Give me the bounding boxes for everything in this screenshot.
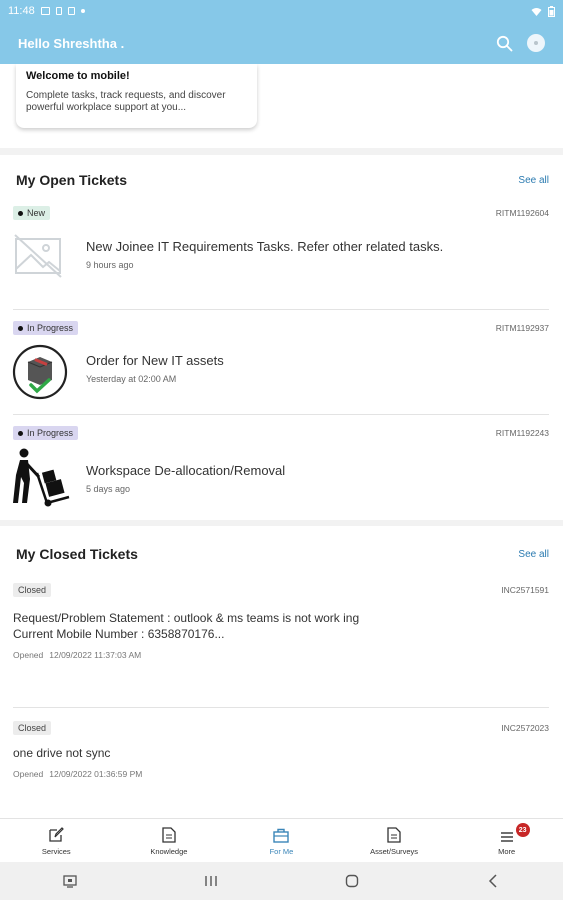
ticket-time: 5 days ago <box>86 484 131 494</box>
closed-ticket-item[interactable]: Closed INC2572023 one drive not sync Ope… <box>0 708 563 818</box>
nav-knowledge[interactable]: Knowledge <box>113 819 226 862</box>
status-badge: In Progress <box>13 321 79 335</box>
wifi-icon <box>531 7 542 16</box>
clock: 11:48 <box>8 5 35 17</box>
battery-icon <box>548 5 555 17</box>
gallery-icon <box>40 7 50 15</box>
closed-tickets-section: My Closed Tickets See all Closed INC2571… <box>0 526 563 818</box>
menu-icon <box>500 832 513 842</box>
bottom-nav: Services Knowledge For Me Asset/Surveys … <box>0 818 563 862</box>
opened-date: Opened 12/09/2022 11:37:03 AM <box>13 650 142 660</box>
ticket-title: Order for New IT assets <box>86 353 224 368</box>
notification-icon <box>55 7 62 15</box>
greeting-title: Hello Shreshtha . <box>18 35 125 51</box>
welcome-section: Welcome to mobile! Complete tasks, track… <box>0 64 563 148</box>
status-badge: In Progress <box>13 426 79 440</box>
opened-date: Opened 12/09/2022 01:36:59 PM <box>13 769 143 779</box>
play-icon <box>67 7 75 15</box>
welcome-description: Complete tasks, track requests, and disc… <box>26 90 226 113</box>
home-icon[interactable] <box>345 874 359 888</box>
back-icon[interactable] <box>488 874 498 888</box>
ticket-time: 9 hours ago <box>86 260 134 270</box>
content-scroll[interactable]: Welcome to mobile! Complete tasks, track… <box>0 64 563 818</box>
nav-services[interactable]: Services <box>0 819 113 862</box>
status-badge: New <box>13 206 51 220</box>
recents-icon[interactable] <box>204 875 218 887</box>
avatar[interactable] <box>527 34 545 52</box>
nav-for-me[interactable]: For Me <box>225 819 338 862</box>
closed-tickets-title: My Closed Tickets <box>16 546 138 562</box>
ticket-number: INC2572023 <box>501 723 549 733</box>
closed-ticket-item[interactable]: Closed INC2571591 Request/Problem Statem… <box>0 582 563 708</box>
ticket-description: Current Mobile Number : 6358870176... <box>13 627 225 641</box>
status-badge: Closed <box>13 583 52 597</box>
status-bar: 11:48 <box>0 0 563 22</box>
ticket-description: one drive not sync <box>13 746 111 760</box>
ticket-number: RITM1192604 <box>495 208 549 218</box>
notification-count-badge: 23 <box>515 823 530 837</box>
open-ticket-item[interactable]: In Progress RITM1192937 Order for New IT… <box>0 310 563 415</box>
ticket-number: RITM1192937 <box>495 323 549 333</box>
document-icon <box>162 827 176 843</box>
system-nav-bar <box>0 862 563 900</box>
screenshot-icon[interactable] <box>63 874 78 888</box>
open-tickets-section: My Open Tickets See all New RITM1192604 … <box>0 155 563 520</box>
ticket-number: RITM1192243 <box>495 428 549 438</box>
search-icon[interactable] <box>496 35 513 52</box>
document-icon <box>387 827 401 843</box>
ticket-title: Workspace De-allocation/Removal <box>86 463 286 478</box>
open-tickets-see-all-link[interactable]: See all <box>518 175 549 186</box>
open-ticket-item[interactable]: New RITM1192604 New Joinee IT Requiremen… <box>0 205 563 310</box>
nav-more[interactable]: 23 More <box>450 819 563 862</box>
ticket-number: INC2571591 <box>501 585 549 595</box>
closed-tickets-see-all-link[interactable]: See all <box>518 549 549 560</box>
dot-icon <box>80 9 85 13</box>
package-check-icon <box>12 344 68 400</box>
briefcase-icon <box>273 828 290 843</box>
nav-asset-surveys[interactable]: Asset/Surveys <box>338 819 451 862</box>
hand-truck-icon <box>13 448 70 507</box>
welcome-title: Welcome to mobile! <box>26 70 130 82</box>
ticket-description: Request/Problem Statement : outlook & ms… <box>13 611 360 625</box>
open-tickets-title: My Open Tickets <box>16 172 128 188</box>
open-ticket-item[interactable]: In Progress RITM1192243 Workspace De-all… <box>0 415 563 520</box>
image-placeholder-icon <box>14 234 62 278</box>
ticket-time: Yesterday at 02:00 AM <box>86 374 177 384</box>
app-bar: Hello Shreshtha . <box>0 22 563 64</box>
edit-icon <box>49 827 65 842</box>
ticket-title: New Joinee IT Requirements Tasks. Refer … <box>86 239 444 254</box>
welcome-card[interactable]: Welcome to mobile! Complete tasks, track… <box>16 64 257 128</box>
status-badge: Closed <box>13 721 52 735</box>
